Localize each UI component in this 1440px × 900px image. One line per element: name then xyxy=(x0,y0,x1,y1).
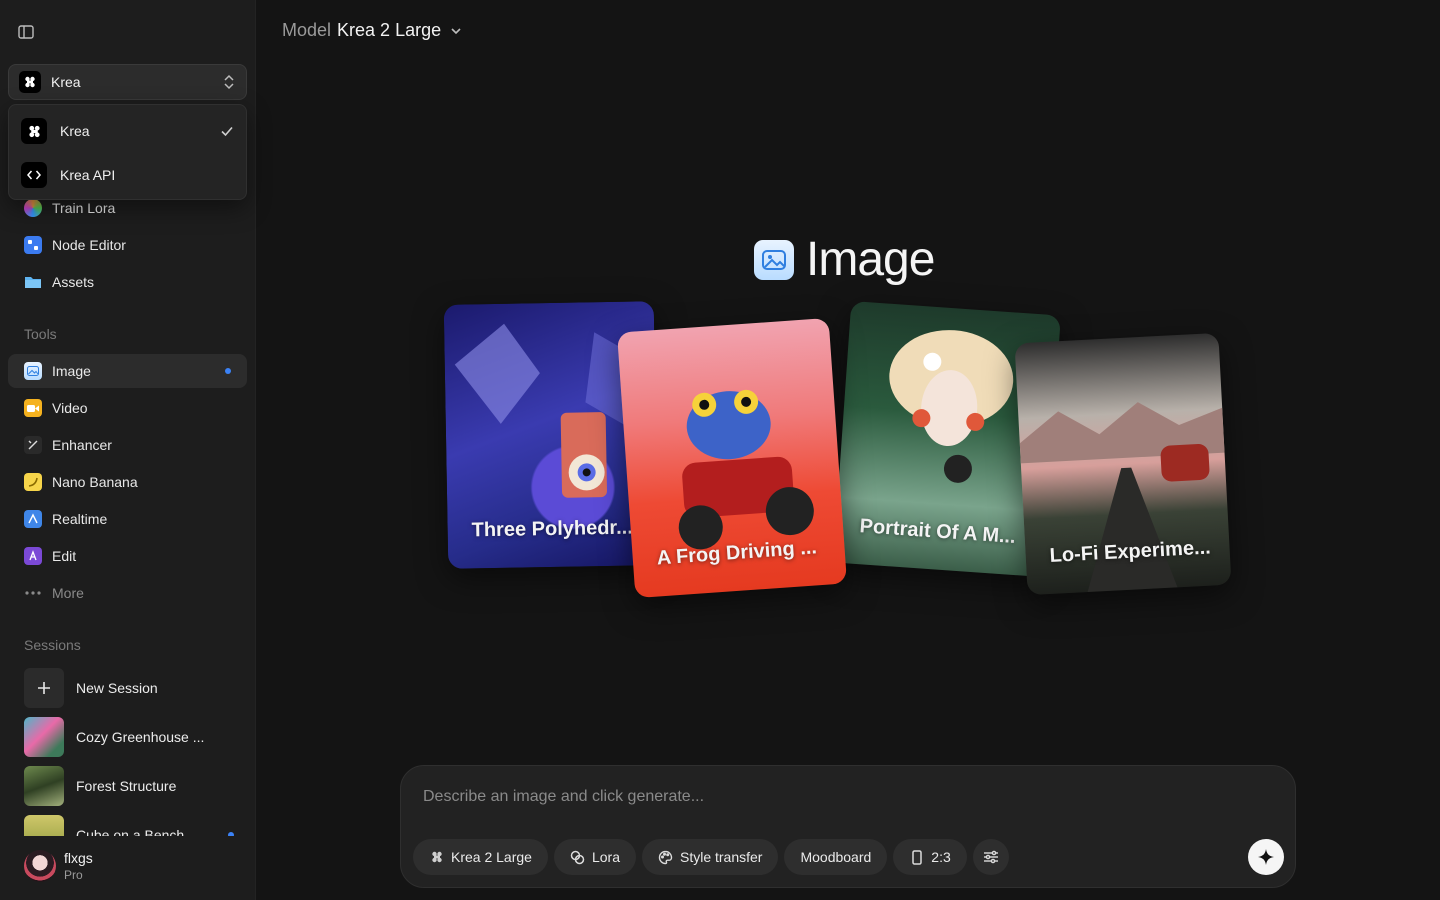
banana-icon xyxy=(24,473,42,491)
sliders-icon xyxy=(983,850,998,864)
edit-icon xyxy=(24,547,42,565)
workspace-selector[interactable]: Krea xyxy=(8,64,247,100)
app-window: Krea Krea Krea API Train Lora Node Edito… xyxy=(0,0,1440,900)
realtime-icon xyxy=(24,510,42,528)
sidebar-item-label: Video xyxy=(52,400,88,416)
user-names: flxgs Pro xyxy=(64,850,93,882)
sidebar-item-video[interactable]: Video xyxy=(8,391,247,425)
lora-chip[interactable]: Lora xyxy=(553,839,636,875)
session-label: Cube on a Bench xyxy=(76,827,185,836)
krea-logo-icon xyxy=(429,850,444,865)
lora-chip-label: Lora xyxy=(591,849,620,865)
prompt-box: Describe an image and click generate... … xyxy=(400,765,1296,888)
sidebar-item-label: More xyxy=(52,585,84,601)
link-icon xyxy=(570,850,585,865)
chevron-updown-icon xyxy=(224,74,234,90)
model-chip-label: Krea 2 Large xyxy=(451,849,532,865)
image-icon xyxy=(754,239,794,280)
prompt-toolbar: Krea 2 Large Lora Style transfer Moodboa… xyxy=(413,839,1009,875)
session-label: Forest Structure xyxy=(76,778,177,794)
model-chip[interactable]: Krea 2 Large xyxy=(413,839,548,875)
sidebar-item-realtime[interactable]: Realtime xyxy=(8,502,247,536)
sidebar-item-edit[interactable]: Edit xyxy=(8,539,247,573)
example-card[interactable]: A Frog Driving ... xyxy=(616,317,848,599)
session-item[interactable]: Cozy Greenhouse ... xyxy=(24,717,244,757)
session-thumbnail xyxy=(24,766,64,806)
code-icon xyxy=(21,162,47,188)
sidebar-item-image[interactable]: Image xyxy=(8,354,247,388)
avatar xyxy=(24,850,56,882)
sidebar-item-nano-banana[interactable]: Nano Banana xyxy=(8,465,247,499)
settings-chip[interactable] xyxy=(972,839,1009,875)
sidebar-item-label: Image xyxy=(52,363,91,379)
sidebar-item-assets[interactable]: Assets xyxy=(8,265,247,299)
hero-title-text: Image xyxy=(806,233,935,286)
sidebar-item-label: Enhancer xyxy=(52,437,112,453)
generate-button[interactable] xyxy=(1248,839,1284,875)
card-caption: Three Polyhedr... xyxy=(471,516,633,542)
session-item[interactable]: Forest Structure xyxy=(24,766,244,806)
plus-icon xyxy=(24,668,64,708)
workspace-menu-item-label: Krea API xyxy=(60,167,116,183)
portrait-ratio-icon xyxy=(909,849,924,865)
workspace-menu: Krea Krea API xyxy=(8,104,247,200)
folder-icon xyxy=(24,273,42,291)
sessions-section-label: Sessions xyxy=(24,637,81,653)
model-selector[interactable]: Model Krea 2 Large xyxy=(282,20,463,41)
sidebar-item-node-editor[interactable]: Node Editor xyxy=(8,228,247,262)
active-indicator-dot xyxy=(225,368,231,374)
style-transfer-chip-label: Style transfer xyxy=(679,849,763,865)
user-name: flxgs xyxy=(64,850,93,866)
moodboard-chip[interactable]: Moodboard xyxy=(784,839,888,875)
sidebar-item-label: Edit xyxy=(52,548,77,564)
sidebar-toggle-icon[interactable] xyxy=(17,23,35,41)
node-icon xyxy=(24,236,42,254)
session-label: Cozy Greenhouse ... xyxy=(76,729,205,745)
workspace-selector-label: Krea xyxy=(51,74,81,90)
session-new[interactable]: New Session xyxy=(24,668,244,708)
example-card[interactable]: Lo-Fi Experime... xyxy=(1014,332,1232,596)
sidebar-item-label: Train Lora xyxy=(52,200,116,216)
aspect-ratio-chip-label: 2:3 xyxy=(931,849,951,865)
user-plan: Pro xyxy=(64,868,83,882)
ellipsis-icon xyxy=(24,584,42,602)
workspace-menu-item-krea[interactable]: Krea xyxy=(9,109,246,153)
prompt-input[interactable]: Describe an image and click generate... xyxy=(423,788,704,806)
hero-title: Image xyxy=(754,232,935,287)
sessions-list: New Session Cozy Greenhouse ... Forest S… xyxy=(0,660,256,836)
sidebar: Krea Krea Krea API Train Lora Node Edito… xyxy=(0,0,256,900)
model-value-label: Krea 2 Large xyxy=(337,20,442,40)
chevron-down-icon xyxy=(451,27,461,34)
session-label: New Session xyxy=(76,680,158,696)
tools-section-label: Tools xyxy=(24,326,57,342)
lora-icon xyxy=(24,199,42,217)
workspace-menu-item-krea-api[interactable]: Krea API xyxy=(9,153,246,197)
sidebar-item-label: Realtime xyxy=(52,511,108,527)
unread-indicator-dot xyxy=(228,832,234,836)
sidebar-item-more[interactable]: More xyxy=(8,576,247,610)
moodboard-chip-label: Moodboard xyxy=(800,849,872,865)
sparkle-icon xyxy=(1258,849,1274,865)
check-icon xyxy=(221,126,233,137)
sidebar-item-label: Nano Banana xyxy=(52,474,138,490)
aspect-ratio-chip[interactable]: 2:3 xyxy=(893,839,967,875)
video-icon xyxy=(24,399,42,417)
palette-icon xyxy=(658,850,673,865)
krea-logo-icon xyxy=(19,71,41,93)
enhancer-icon xyxy=(24,436,42,454)
sidebar-item-enhancer[interactable]: Enhancer xyxy=(8,428,247,462)
krea-logo-icon xyxy=(21,118,47,144)
image-icon xyxy=(24,362,42,380)
user-profile[interactable]: flxgs Pro xyxy=(24,850,93,882)
style-transfer-chip[interactable]: Style transfer xyxy=(641,839,779,875)
session-thumbnail xyxy=(24,815,64,836)
workspace-menu-item-label: Krea xyxy=(60,123,90,139)
session-item[interactable]: Cube on a Bench xyxy=(24,815,244,836)
session-thumbnail xyxy=(24,717,64,757)
model-key-label: Model xyxy=(282,20,332,40)
sidebar-item-label: Node Editor xyxy=(52,237,126,253)
sidebar-item-label: Assets xyxy=(52,274,95,290)
